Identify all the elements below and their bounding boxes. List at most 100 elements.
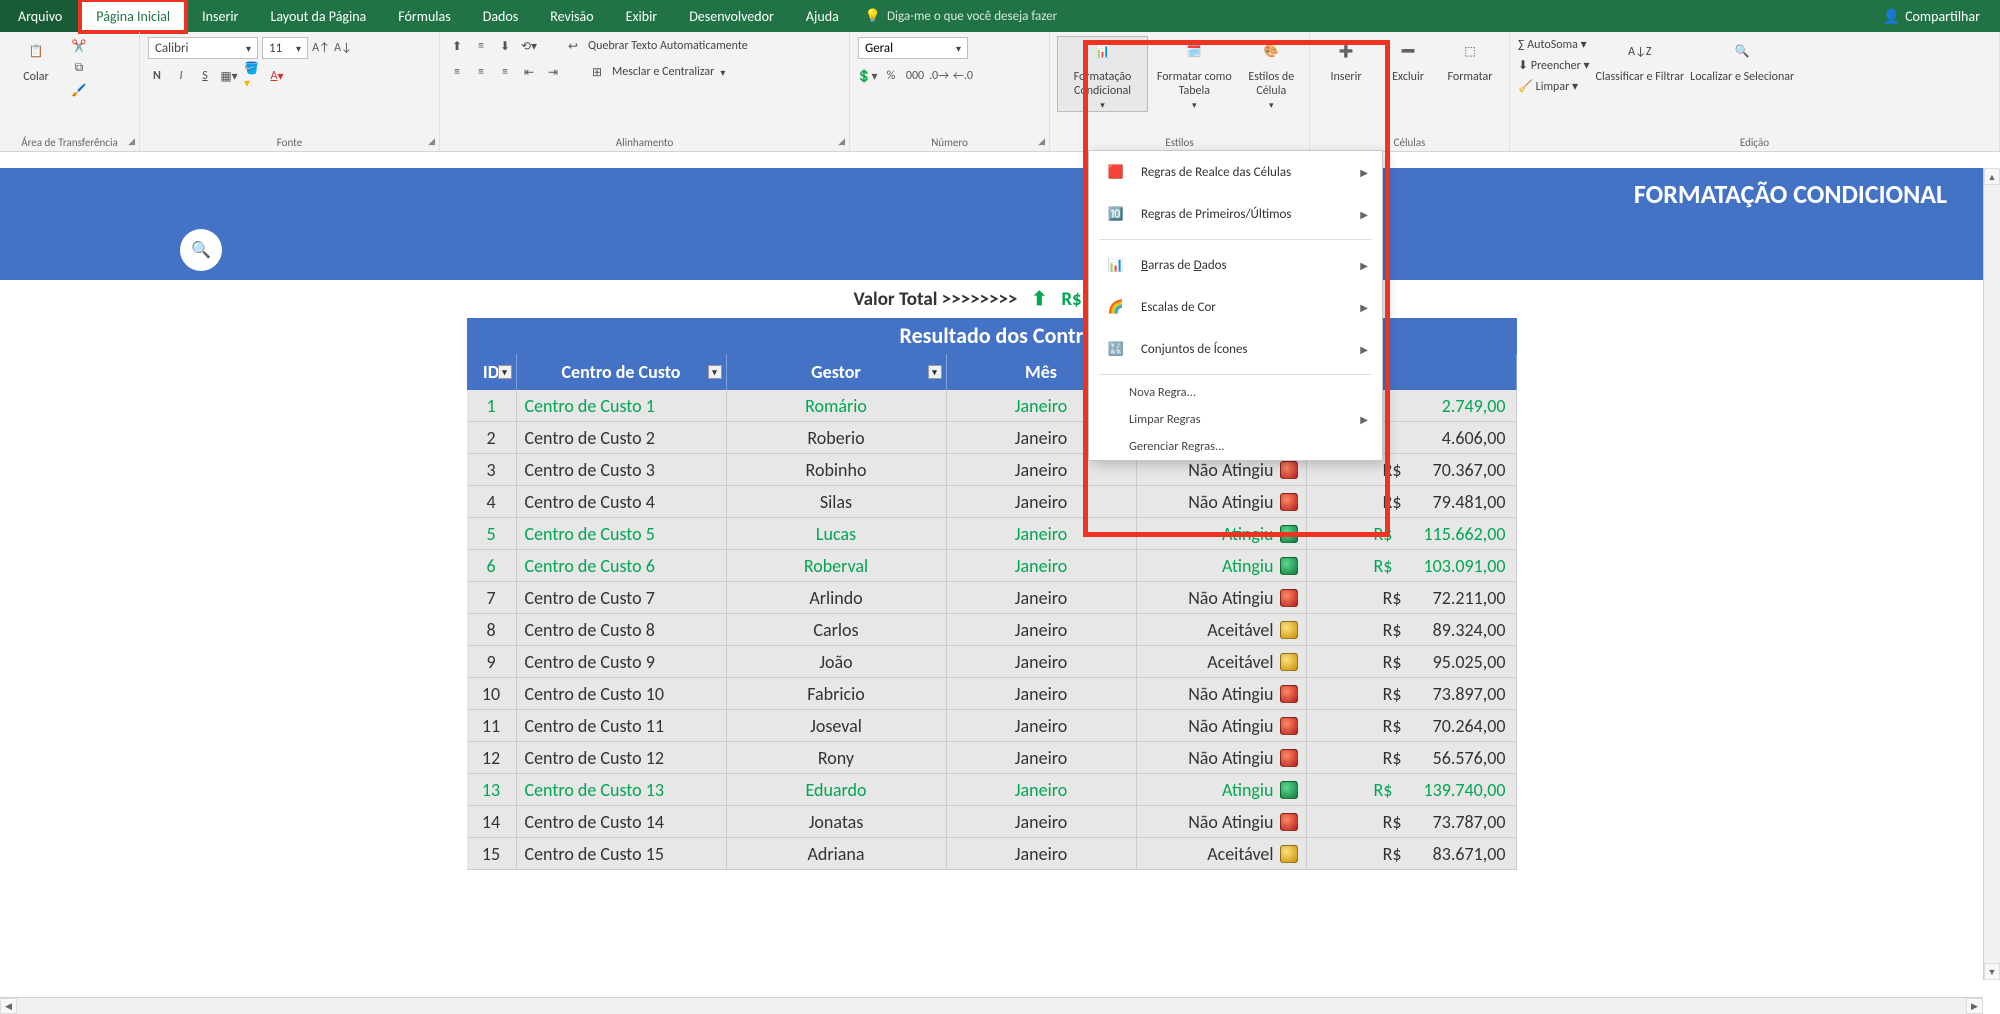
find-select-button[interactable]: 🔍Localizar e Selecionar [1690, 37, 1794, 85]
autosum-button[interactable]: ∑ AutoSoma ▾ [1518, 37, 1590, 52]
tab-inserir[interactable]: Inserir [186, 0, 254, 32]
header-centro[interactable]: Centro de Custo▾ [517, 354, 727, 390]
cell-styles-button[interactable]: 🎨 Estilos de Célula▾ [1242, 37, 1301, 111]
table-row[interactable]: 7 Centro de Custo 7 Arlindo Janeiro Não … [467, 582, 1517, 614]
tab-arquivo[interactable]: Arquivo [0, 0, 80, 32]
orientation-icon[interactable]: ⟲▾ [520, 37, 538, 55]
format-cells-button[interactable]: ⬚Formatar [1442, 37, 1498, 85]
cell-mes: Janeiro [947, 774, 1137, 806]
increase-font-icon[interactable]: A↑ [312, 39, 330, 57]
bold-button[interactable]: N [148, 67, 166, 85]
clipboard-launcher-icon[interactable]: ◢ [128, 136, 135, 147]
header-id[interactable]: ID▾ [467, 354, 517, 390]
scroll-down-icon[interactable]: ▼ [1984, 963, 2000, 980]
decrease-font-icon[interactable]: A↓ [334, 39, 352, 57]
cell-resultado: Não Atingiu [1137, 806, 1307, 838]
menu-clear-rules[interactable]: Limpar Regras▶ [1089, 406, 1382, 433]
tell-me[interactable]: 💡 Diga-me o que você deseja fazer [865, 9, 1057, 24]
align-center-icon[interactable]: ≡ [472, 63, 490, 81]
tab-formulas[interactable]: Fórmulas [382, 0, 466, 32]
filter-dropdown-icon[interactable]: ▾ [498, 365, 512, 379]
vertical-scrollbar[interactable]: ▲▼ [1983, 168, 2000, 980]
table-row[interactable]: 12 Centro de Custo 12 Rony Janeiro Não A… [467, 742, 1517, 774]
number-format-combo[interactable] [858, 37, 968, 59]
tab-ajuda[interactable]: Ajuda [790, 0, 855, 32]
number-launcher-icon[interactable]: ◢ [1038, 136, 1045, 147]
table-row[interactable]: 6 Centro de Custo 6 Roberval Janeiro Ati… [467, 550, 1517, 582]
decrease-decimal-icon[interactable]: ←.0 [954, 67, 972, 85]
conditional-formatting-button[interactable]: 📊 Formatação Condicional▾ [1058, 37, 1147, 111]
cell-resultado: Não Atingiu [1137, 710, 1307, 742]
format-as-table-button[interactable]: 🗓️ Formatar como Tabela▾ [1153, 37, 1236, 111]
font-name-combo[interactable]: Calibri▾ [148, 37, 258, 59]
table-row[interactable]: 15 Centro de Custo 15 Adriana Janeiro Ac… [467, 838, 1517, 870]
tab-desenvolvedor[interactable]: Desenvolvedor [673, 0, 790, 32]
insert-cells-button[interactable]: ➕Inserir [1318, 37, 1374, 85]
fill-color-button[interactable]: 🪣▾ [244, 67, 262, 85]
wrap-text-button[interactable]: Quebrar Texto Automaticamente [588, 39, 748, 53]
table-row[interactable]: 11 Centro de Custo 11 Joseval Janeiro Nã… [467, 710, 1517, 742]
table-row[interactable]: 9 Centro de Custo 9 João Janeiro Aceitáv… [467, 646, 1517, 678]
delete-cells-button[interactable]: ➖Excluir [1380, 37, 1436, 85]
filter-dropdown-icon[interactable]: ▾ [928, 365, 942, 379]
increase-indent-icon[interactable]: ⇥ [544, 63, 562, 81]
alignment-launcher-icon[interactable]: ◢ [838, 136, 845, 147]
chevron-right-icon: ▶ [1360, 343, 1368, 356]
header-gestor[interactable]: Gestor▾ [727, 354, 947, 390]
scroll-up-icon[interactable]: ▲ [1984, 168, 2000, 185]
font-color-button[interactable]: A▾ [268, 67, 286, 85]
share-button[interactable]: 👤 Compartilhar [1883, 8, 1980, 25]
clear-button[interactable]: 🧹 Limpar ▾ [1518, 79, 1590, 94]
border-button[interactable]: ▦▾ [220, 67, 238, 85]
cut-icon[interactable]: ✂️ [70, 37, 88, 55]
table-row[interactable]: 5 Centro de Custo 5 Lucas Janeiro Atingi… [467, 518, 1517, 550]
menu-top-bottom-rules[interactable]: 🔟Regras de Primeiros/Últimos▶ [1089, 193, 1382, 235]
align-right-icon[interactable]: ≡ [496, 63, 514, 81]
italic-button[interactable]: I [172, 67, 190, 85]
filter-dropdown-icon[interactable]: ▾ [708, 365, 722, 379]
table-row[interactable]: 8 Centro de Custo 8 Carlos Janeiro Aceit… [467, 614, 1517, 646]
table-row[interactable]: 4 Centro de Custo 4 Silas Janeiro Não At… [467, 486, 1517, 518]
tab-revisao[interactable]: Revisão [534, 0, 609, 32]
horizontal-scrollbar[interactable]: ◀▶ [0, 997, 1983, 1014]
format-painter-icon[interactable]: 🖌️ [70, 81, 88, 99]
accounting-format-icon[interactable]: 💲▾ [858, 67, 876, 85]
cell-resultado: Atingiu [1137, 774, 1307, 806]
menu-color-scales[interactable]: 🌈Escalas de Cor▶ [1089, 286, 1382, 328]
menu-highlight-rules[interactable]: 🟥Regras de Realce das Células▶ [1089, 151, 1382, 193]
menu-manage-rules[interactable]: Gerenciar Regras... [1089, 433, 1382, 460]
menu-new-rule[interactable]: Nova Regra... [1089, 379, 1382, 406]
merge-center-button[interactable]: Mesclar e Centralizar [612, 65, 714, 79]
align-bottom-icon[interactable]: ⬇ [496, 37, 514, 55]
font-size-combo[interactable]: 11▾ [262, 37, 308, 59]
paste-button[interactable]: 📋 Colar [8, 37, 64, 85]
table-row[interactable]: 14 Centro de Custo 14 Jonatas Janeiro Nã… [467, 806, 1517, 838]
table-row[interactable]: 10 Centro de Custo 10 Fabricio Janeiro N… [467, 678, 1517, 710]
comma-format-icon[interactable]: 000 [906, 67, 924, 85]
tab-exibir[interactable]: Exibir [610, 0, 674, 32]
copy-icon[interactable]: ⧉ [70, 59, 88, 77]
menu-data-bars[interactable]: 📊BBarras de Dadosarras de Dados▶ [1089, 244, 1382, 286]
fill-button[interactable]: ⬇ Preencher ▾ [1518, 58, 1590, 73]
tab-pagina-inicial[interactable]: Página Inicial [80, 0, 186, 32]
table-row[interactable]: 13 Centro de Custo 13 Eduardo Janeiro At… [467, 774, 1517, 806]
sort-filter-button[interactable]: A↓ZClassificar e Filtrar [1596, 37, 1685, 85]
tab-dados[interactable]: Dados [467, 0, 535, 32]
underline-button[interactable]: S [196, 67, 214, 85]
align-top-icon[interactable]: ⬆ [448, 37, 466, 55]
scroll-left-icon[interactable]: ◀ [0, 998, 17, 1014]
decrease-indent-icon[interactable]: ⇤ [520, 63, 538, 81]
fill-label: Preencher [1531, 59, 1581, 73]
status-dot-icon [1280, 653, 1298, 671]
menu-icon-sets[interactable]: 🔣Conjuntos de Ícones▶ [1089, 328, 1382, 370]
font-launcher-icon[interactable]: ◢ [428, 136, 435, 147]
percent-format-icon[interactable]: % [882, 67, 900, 85]
scroll-right-icon[interactable]: ▶ [1966, 998, 1983, 1014]
tab-layout[interactable]: Layout da Página [254, 0, 382, 32]
menu-separator [1099, 239, 1372, 240]
menu-label: Escalas de Cor [1141, 300, 1216, 315]
increase-decimal-icon[interactable]: .0→ [930, 67, 948, 85]
cell-id: 5 [467, 518, 517, 550]
align-middle-icon[interactable]: ≡ [472, 37, 490, 55]
align-left-icon[interactable]: ≡ [448, 63, 466, 81]
